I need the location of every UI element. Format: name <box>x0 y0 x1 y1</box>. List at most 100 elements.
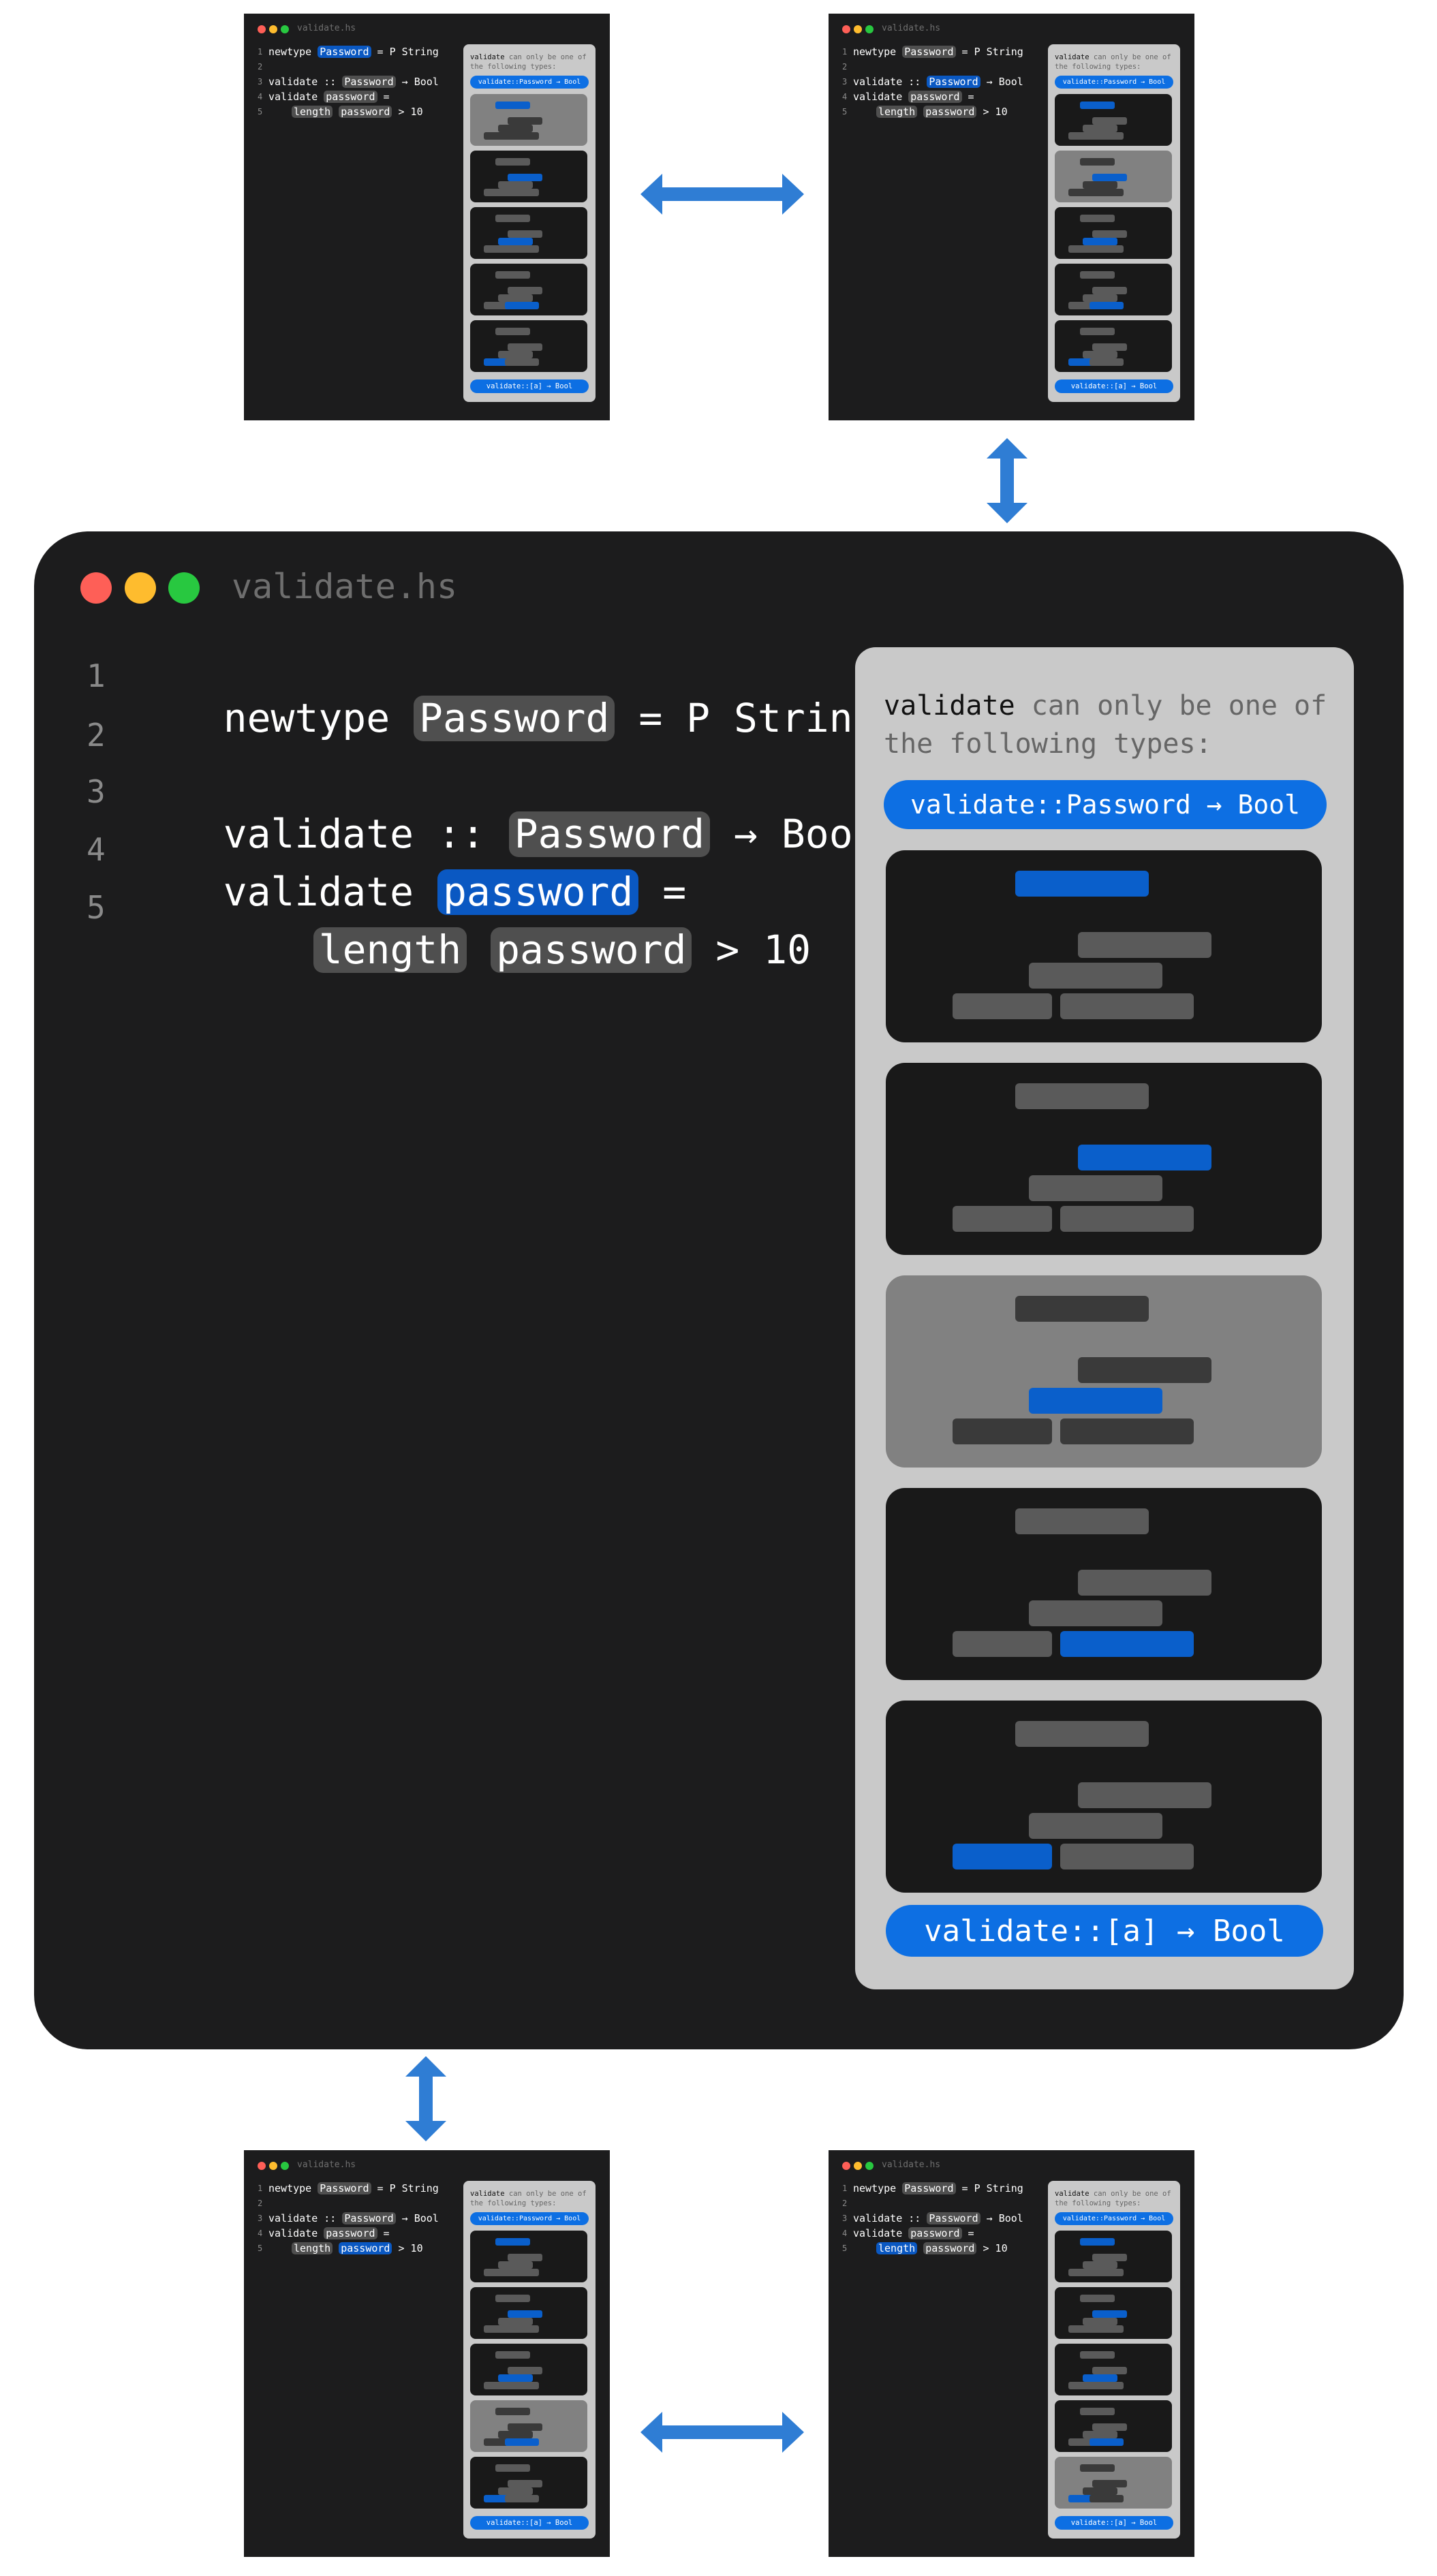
token-arg-password[interactable]: password <box>908 2227 962 2239</box>
tree-node <box>1029 1813 1162 1839</box>
maximize-dot[interactable] <box>281 25 289 33</box>
tree-card-3[interactable] <box>470 207 587 259</box>
token-length[interactable]: length <box>313 927 467 973</box>
minimize-dot[interactable] <box>854 2162 862 2170</box>
tree-card-5[interactable] <box>886 1701 1322 1893</box>
token-type-password[interactable]: Password <box>342 76 396 88</box>
token-arg-password[interactable]: password <box>339 106 392 118</box>
code-text: > 10 <box>715 927 812 973</box>
type-option-list-bool[interactable]: validate::[a] → Bool <box>886 1905 1323 1957</box>
close-dot[interactable] <box>842 2162 850 2170</box>
token-type-password[interactable]: Password <box>414 696 615 741</box>
tree-card-1[interactable] <box>1055 94 1172 146</box>
type-option-password-bool[interactable]: validate::Password → Bool <box>884 780 1327 829</box>
code-line-5: length password > 10 <box>876 106 1008 118</box>
type-option-list-bool[interactable]: validate::[a] → Bool <box>1055 379 1173 393</box>
tree-node <box>495 215 530 223</box>
type-option-password-bool[interactable]: validate::Password → Bool <box>1055 76 1173 89</box>
maximize-dot[interactable] <box>865 2162 874 2170</box>
tree-card-3[interactable] <box>1055 2344 1172 2395</box>
type-option-password-bool[interactable]: validate::Password → Bool <box>470 76 589 89</box>
token-type-password[interactable]: Password <box>342 2212 396 2224</box>
tree-card-3[interactable] <box>1055 207 1172 259</box>
tree-card-3[interactable] <box>470 2344 587 2395</box>
token-arg-password[interactable]: password <box>491 927 692 973</box>
tree-card-5[interactable] <box>1055 2457 1172 2509</box>
token-type-password[interactable]: Password <box>927 76 980 88</box>
tree-node <box>1083 350 1117 358</box>
maximize-dot[interactable] <box>865 25 874 33</box>
maximize-dot[interactable] <box>281 2162 289 2170</box>
close-dot[interactable] <box>258 2162 266 2170</box>
tree-card-2[interactable] <box>886 1063 1322 1255</box>
token-type-password[interactable]: Password <box>902 2182 956 2194</box>
tree-node <box>1083 237 1117 245</box>
tree-card-5[interactable] <box>1055 320 1172 372</box>
panel-title: validate can only be one of the followin… <box>1055 53 1171 71</box>
tree-card-1[interactable] <box>470 2231 587 2282</box>
token-type-password[interactable]: Password <box>318 46 371 58</box>
tree-card-4[interactable] <box>1055 2400 1172 2452</box>
close-dot[interactable] <box>842 25 850 33</box>
token-length[interactable]: length <box>292 2242 333 2254</box>
close-dot[interactable] <box>258 25 266 33</box>
minimize-dot[interactable] <box>269 25 277 33</box>
minimize-dot[interactable] <box>854 25 862 33</box>
minimize-dot[interactable] <box>269 2162 277 2170</box>
tree-card-4[interactable] <box>1055 264 1172 315</box>
token-arg-password[interactable]: password <box>324 2227 377 2239</box>
token-arg-password[interactable]: password <box>908 91 962 103</box>
tree-card-5[interactable] <box>470 320 587 372</box>
token-arg-password[interactable]: password <box>324 91 377 103</box>
tree-card-4[interactable] <box>470 2400 587 2452</box>
line-number-5: 5 <box>842 2244 848 2253</box>
token-arg-password[interactable]: password <box>923 106 977 118</box>
minimize-dot[interactable] <box>125 572 156 604</box>
tree-card-1[interactable] <box>1055 2231 1172 2282</box>
tree-card-1[interactable] <box>886 850 1322 1042</box>
tree-node <box>1078 932 1211 958</box>
tree-node <box>504 2325 540 2333</box>
tree-card-2[interactable] <box>1055 151 1172 202</box>
token-arg-password[interactable]: password <box>339 2242 392 2254</box>
type-option-list-bool[interactable]: validate::[a] → Bool <box>1055 2516 1173 2530</box>
tree-card-5[interactable] <box>470 2457 587 2509</box>
token-type-password[interactable]: Password <box>318 2182 371 2194</box>
type-option-list-bool[interactable]: validate::[a] → Bool <box>470 379 589 393</box>
tree-node <box>508 2479 542 2487</box>
tree-node <box>953 1418 1052 1444</box>
token-arg-password[interactable]: password <box>923 2242 977 2254</box>
token-length[interactable]: length <box>876 2242 918 2254</box>
tree-node <box>495 2464 530 2472</box>
token-length[interactable]: length <box>292 106 333 118</box>
code-line-3: validate :: Password → Bool <box>853 2212 1023 2224</box>
line-number-5: 5 <box>842 107 848 117</box>
close-dot[interactable] <box>80 572 112 604</box>
maximize-dot[interactable] <box>168 572 200 604</box>
token-type-password[interactable]: Password <box>902 46 956 58</box>
tree-card-1[interactable] <box>470 94 587 146</box>
tree-node <box>1078 1570 1211 1596</box>
token-length[interactable]: length <box>876 106 918 118</box>
tree-node <box>498 2317 533 2325</box>
token-type-password[interactable]: Password <box>927 2212 980 2224</box>
line-number-1: 1 <box>258 47 263 57</box>
line-number-2: 2 <box>87 717 106 754</box>
type-option-password-bool[interactable]: validate::Password → Bool <box>470 2212 589 2225</box>
tree-card-2[interactable] <box>470 151 587 202</box>
tree-node <box>1080 2351 1115 2359</box>
tree-node <box>504 358 540 367</box>
type-option-list-bool[interactable]: validate::[a] → Bool <box>470 2516 589 2530</box>
tree-node <box>1089 2382 1124 2390</box>
tree-card-4[interactable] <box>886 1488 1322 1680</box>
type-option-password-bool[interactable]: validate::Password → Bool <box>1055 2212 1173 2225</box>
tree-card-3-selected[interactable] <box>886 1275 1322 1468</box>
tree-card-4[interactable] <box>470 264 587 315</box>
panel-title: validate can only be one of the followin… <box>470 53 587 71</box>
code-line-5: length password > 10 <box>292 2242 423 2254</box>
file-name: validate.hs <box>297 2160 356 2170</box>
tree-card-2[interactable] <box>470 2287 587 2339</box>
tree-node <box>1089 245 1124 253</box>
line-number-1: 1 <box>842 2184 848 2193</box>
tree-card-2[interactable] <box>1055 2287 1172 2339</box>
